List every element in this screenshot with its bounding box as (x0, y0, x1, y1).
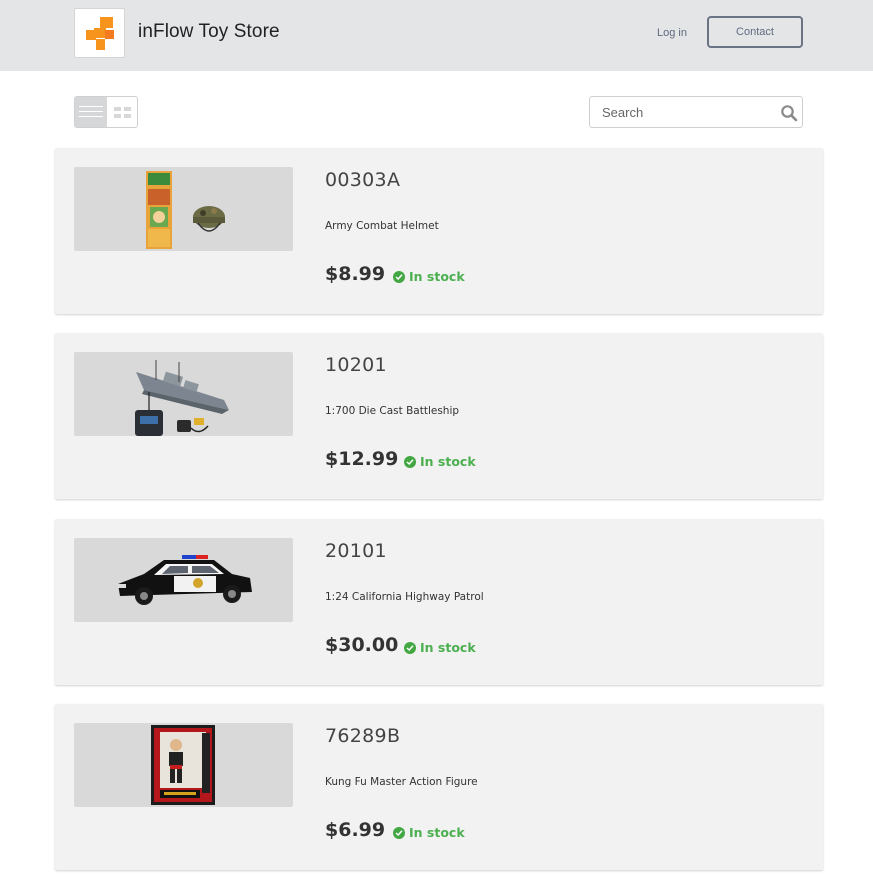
stock-status: In stock (393, 269, 465, 284)
stock-status: In stock (404, 640, 476, 655)
checkmark-icon (393, 826, 405, 839)
checkmark-icon (393, 270, 405, 283)
product-sku: 76289B (325, 725, 401, 747)
product-price: $30.00 (325, 634, 399, 656)
search-icon[interactable] (780, 104, 798, 122)
product-price: $6.99 (325, 819, 386, 841)
contact-button[interactable]: Contact (707, 16, 803, 48)
search-input[interactable] (590, 97, 770, 127)
product-card[interactable]: 00303A Army Combat Helmet $8.99 In stock (55, 148, 823, 314)
product-image[interactable] (74, 538, 293, 622)
product-price: $12.99 (325, 448, 399, 470)
helmet-toy-image (146, 171, 225, 249)
product-sku: 00303A (325, 169, 401, 191)
product-name: Kung Fu Master Action Figure (325, 776, 478, 788)
site-header: inFlow Toy Store Log in Contact (0, 0, 873, 71)
product-sku: 10201 (325, 354, 387, 376)
product-image[interactable] (74, 723, 293, 807)
product-name: 1:24 California Highway Patrol (325, 591, 484, 603)
product-price: $8.99 (325, 263, 386, 285)
police-car-toy-image (118, 555, 252, 605)
product-name: 1:700 Die Cast Battleship (325, 405, 460, 417)
list-view-button[interactable] (75, 97, 107, 127)
store-name[interactable]: inFlow Toy Store (138, 21, 280, 43)
stock-label: In stock (409, 825, 465, 840)
list-view-icon-line (79, 111, 103, 112)
checkmark-icon (404, 455, 416, 468)
battleship-toy-image (135, 360, 229, 436)
stock-status: In stock (393, 825, 465, 840)
grid-view-icon (114, 107, 121, 111)
stock-label: In stock (409, 269, 465, 284)
view-mode-toggle (74, 96, 138, 128)
login-link[interactable]: Log in (657, 27, 687, 39)
product-sku: 20101 (325, 540, 387, 562)
grid-view-icon-cell (124, 114, 131, 118)
product-card[interactable]: 10201 1:700 Die Cast Battleship $12.99 I… (55, 333, 823, 499)
stock-status: In stock (404, 454, 476, 469)
store-logo[interactable] (74, 8, 125, 58)
list-view-icon-line (79, 116, 103, 117)
checkmark-icon (404, 641, 416, 654)
product-card[interactable]: 20101 1:24 California Highway Patrol $30… (55, 519, 823, 685)
stock-label: In stock (420, 454, 476, 469)
stock-label: In stock (420, 640, 476, 655)
grid-view-icon-cell (114, 114, 121, 118)
product-name: Army Combat Helmet (325, 220, 439, 232)
product-image[interactable] (74, 352, 293, 436)
grid-view-button[interactable] (107, 97, 137, 127)
product-image[interactable] (74, 167, 293, 251)
grid-view-icon-cell (124, 107, 131, 111)
list-view-icon (79, 106, 103, 107)
action-figure-toy-image (151, 725, 215, 805)
search-box (589, 96, 803, 128)
product-card[interactable]: 76289B Kung Fu Master Action Figure $6.9… (55, 704, 823, 870)
inflow-logo-icon (86, 17, 114, 50)
